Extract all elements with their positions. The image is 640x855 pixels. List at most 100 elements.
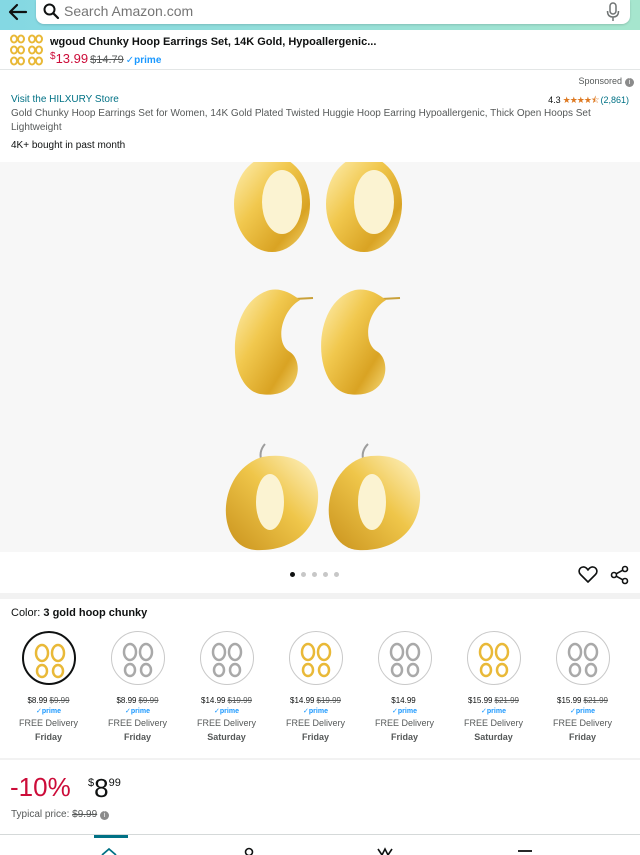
swatch-delivery: FREE Delivery	[107, 718, 167, 728]
info-icon[interactable]: i	[625, 78, 634, 87]
color-swatches: $8.99 $9.99 ✓prime FREE Delivery Friday $8.99…	[4, 628, 636, 748]
color-swatch[interactable]: $8.99 $9.99 ✓prime FREE Delivery Friday	[93, 628, 182, 748]
strip-price-value: 13.99	[55, 51, 89, 66]
swatch-image	[200, 631, 254, 685]
search-box[interactable]	[36, 0, 630, 24]
carousel-dot[interactable]	[334, 572, 339, 577]
carousel-dots[interactable]	[290, 572, 339, 580]
product-image	[225, 162, 421, 551]
swatch-prime: ✓prime	[36, 708, 61, 715]
swatch-prime: ✓prime	[125, 708, 150, 715]
swatch-price: $14.99	[360, 696, 449, 705]
selected-color: 3 gold hoop chunky	[43, 607, 148, 619]
earring-pair-3	[225, 443, 421, 551]
home-icon[interactable]	[100, 846, 118, 855]
swatch-image	[467, 631, 521, 685]
swatch-price: $14.99 $19.99	[271, 696, 360, 705]
info-icon[interactable]: i	[100, 811, 110, 820]
typical-price-label: Typical price:	[11, 809, 70, 820]
section-divider	[0, 593, 640, 599]
swatch-delivery-day: Friday	[390, 732, 418, 742]
swatch-delivery-day: Friday	[568, 732, 596, 742]
swatch-delivery-day: Friday	[34, 732, 62, 742]
swatch-price-value: $8.99	[116, 696, 137, 705]
swatch-price-value: $15.99	[468, 696, 493, 705]
carousel-dot[interactable]	[323, 572, 328, 577]
swatch-price-value: $14.99	[290, 696, 315, 705]
product-description[interactable]: Gold Chunky Hoop Earrings Set for Women,…	[11, 107, 631, 135]
sticky-product-strip[interactable]: wgoud Chunky Hoop Earrings Set, 14K Gold…	[0, 30, 640, 70]
account-icon[interactable]	[240, 846, 258, 855]
strip-price: $13.99 $14.79 ✓prime	[50, 51, 161, 66]
typical-price: Typical price: $9.99 i	[11, 809, 110, 820]
swatch-delivery: FREE Delivery	[18, 718, 78, 728]
color-swatch[interactable]: $15.99 $21.99 ✓prime FREE Delivery Friday	[538, 628, 627, 748]
strip-old-price: $14.79	[90, 54, 124, 66]
swatch-price: $15.99 $21.99	[538, 696, 627, 705]
discount-percent: -10%	[10, 772, 71, 802]
rating-count[interactable]: (2,861)	[600, 95, 629, 105]
color-swatch[interactable]: $15.99 $21.99 ✓prime FREE Delivery Saturday	[449, 628, 538, 748]
swatch-old-price: $21.99	[494, 696, 519, 705]
prime-check-icon: ✓	[125, 55, 135, 66]
carousel-dot[interactable]	[301, 572, 306, 577]
carousel-dot[interactable]	[290, 572, 295, 577]
swatch-old-price: $9.99	[138, 696, 159, 705]
arrow-left-icon[interactable]	[6, 0, 30, 24]
swatch-price-value: $14.99	[201, 696, 226, 705]
earring-pair-2	[234, 289, 401, 395]
swatch-price: $8.99 $9.99	[93, 696, 182, 705]
swatch-image	[289, 631, 343, 685]
rating-value: 4.3	[548, 95, 561, 105]
price-whole: 8	[94, 773, 109, 803]
swatch-delivery-day: Saturday	[474, 732, 513, 742]
swatch-delivery-day: Friday	[301, 732, 329, 742]
swatch-delivery: FREE Delivery	[552, 718, 612, 728]
search-icon	[43, 3, 60, 20]
color-label: Color: 3 gold hoop chunky	[11, 607, 147, 619]
store-link[interactable]: Visit the HILXURY Store	[11, 94, 119, 105]
top-header	[0, 0, 640, 30]
swatch-delivery: FREE Delivery	[463, 718, 523, 728]
color-swatch[interactable]: $14.99 ✓prime FREE Delivery Friday	[360, 628, 449, 748]
sponsored-text: Sponsored	[578, 76, 622, 86]
swatch-prime: ✓prime	[214, 708, 239, 715]
color-swatch[interactable]: $14.99 $19.99 ✓prime FREE Delivery Saturday	[182, 628, 271, 748]
swatch-old-price: $9.99	[49, 696, 70, 705]
nav-active-indicator	[94, 835, 128, 838]
microphone-icon[interactable]	[606, 2, 620, 22]
earring-pair-1	[234, 162, 402, 252]
swatch-prime: ✓prime	[392, 708, 417, 715]
color-swatch[interactable]: $14.99 $19.99 ✓prime FREE Delivery Friday	[271, 628, 360, 748]
swatch-old-price: $21.99	[583, 696, 608, 705]
swatch-delivery: FREE Delivery	[374, 718, 434, 728]
swatch-price-value: $14.99	[391, 696, 416, 705]
swatch-price: $14.99 $19.99	[182, 696, 271, 705]
heart-icon[interactable]	[578, 565, 598, 583]
bought-count: 4K+ bought in past month	[11, 140, 126, 151]
menu-icon[interactable]	[516, 846, 534, 855]
current-price: $899	[88, 773, 121, 804]
search-input[interactable]	[64, 3, 584, 19]
swatch-image	[22, 631, 76, 685]
swatch-delivery-day: Saturday	[207, 732, 246, 742]
swatch-prime: ✓prime	[570, 708, 595, 715]
share-icon[interactable]	[610, 565, 630, 585]
swatch-old-price: $19.99	[227, 696, 252, 705]
typical-price-value: $9.99	[72, 809, 98, 820]
inspire-icon[interactable]	[376, 846, 394, 855]
prime-badge-label: prime	[134, 55, 162, 66]
sponsored-label: Sponsored i	[578, 76, 634, 87]
carousel-dot[interactable]	[312, 572, 317, 577]
swatch-price: $15.99 $21.99	[449, 696, 538, 705]
swatch-price-value: $15.99	[557, 696, 582, 705]
price-cents: 99	[108, 777, 121, 789]
swatch-image	[111, 631, 165, 685]
swatch-image	[556, 631, 610, 685]
color-label-prefix: Color:	[11, 607, 41, 619]
swatch-price: $8.99 $9.99	[4, 696, 93, 705]
color-swatch[interactable]: $8.99 $9.99 ✓prime FREE Delivery Friday	[4, 628, 93, 748]
product-image-gallery[interactable]	[0, 162, 640, 552]
product-thumbnail	[10, 34, 43, 66]
swatch-delivery-day: Friday	[123, 732, 151, 742]
